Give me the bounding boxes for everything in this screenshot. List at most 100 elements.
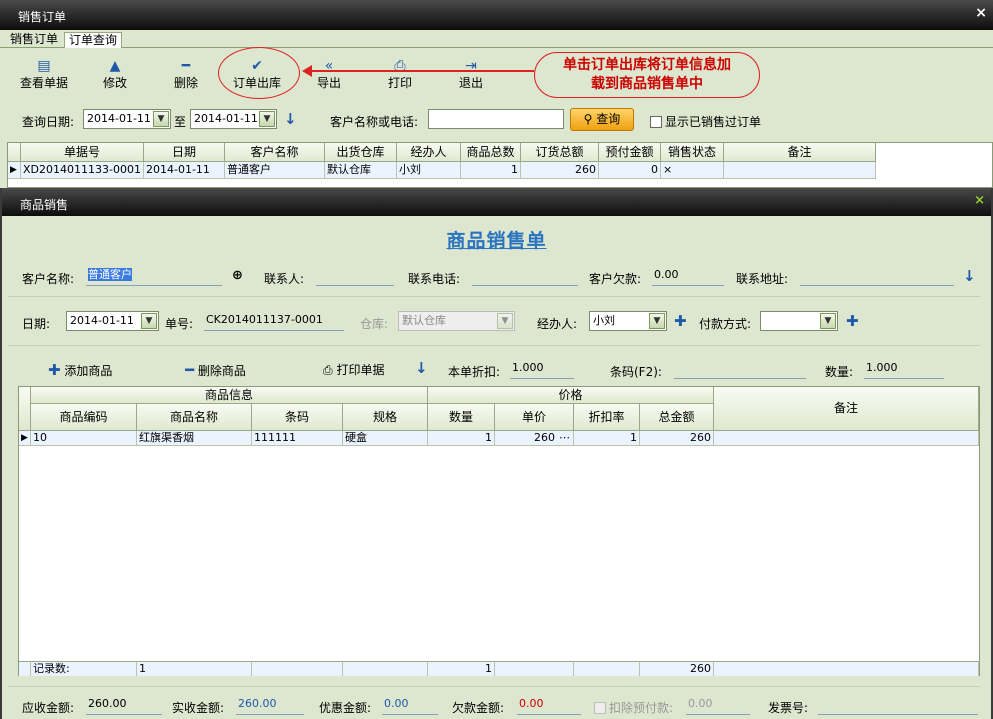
item-cell[interactable]: 111111: [252, 431, 343, 446]
order-cell[interactable]: 小刘: [397, 162, 461, 179]
order-cell[interactable]: 0: [599, 162, 661, 179]
order-cell[interactable]: 默认仓库: [325, 162, 397, 179]
actual-field[interactable]: 260.00: [236, 695, 304, 715]
address-label: 联系地址:: [736, 272, 789, 286]
row-header-corner: [19, 387, 31, 431]
checkout-highlight-circle: [218, 47, 300, 99]
column-header[interactable]: 总金额: [640, 404, 714, 431]
edit-button[interactable]: ▲ 修改: [103, 58, 127, 91]
chevron-down-icon[interactable]: ▼: [153, 111, 169, 127]
order-cell[interactable]: ×: [661, 162, 724, 179]
minus-icon: ━: [185, 361, 195, 379]
arrow-down-icon[interactable]: ↓: [963, 267, 976, 285]
order-cell[interactable]: 2014-01-11: [144, 162, 225, 179]
ellipsis-icon[interactable]: ⋯: [559, 431, 570, 445]
payment-label: 付款方式:: [699, 317, 752, 331]
view-button[interactable]: ▤ 查看单据: [20, 58, 68, 91]
column-header[interactable]: 单价: [495, 404, 574, 431]
exit-button[interactable]: ⇥ 退出: [459, 58, 483, 91]
checkbox-box[interactable]: [594, 702, 606, 714]
column-header[interactable]: 单据号: [21, 143, 144, 162]
close-icon[interactable]: ×: [975, 5, 987, 21]
form-title: 商品销售单: [446, 230, 547, 252]
sale-window-title: 商品销售: [20, 198, 69, 212]
order-cell[interactable]: [724, 162, 876, 179]
tab-sales-order[interactable]: 销售订单: [6, 32, 62, 48]
chevron-down-icon[interactable]: ▼: [141, 313, 157, 329]
column-header[interactable]: 商品编码: [31, 404, 137, 431]
add-product-button[interactable]: ✚ 添加商品: [48, 361, 112, 379]
print-button[interactable]: ⎙ 打印: [388, 58, 412, 91]
footer-cell: [574, 661, 640, 676]
item-cell[interactable]: 10: [31, 431, 137, 446]
binoculars-icon[interactable]: ⊕: [232, 268, 243, 283]
checkbox-box[interactable]: [650, 116, 662, 128]
handler-select[interactable]: 小刘 ▼: [589, 311, 667, 331]
column-header[interactable]: 预付金额: [599, 143, 661, 162]
column-header[interactable]: 出货仓库: [325, 143, 397, 162]
chevron-down-icon[interactable]: ▼: [820, 313, 836, 329]
column-header[interactable]: 日期: [144, 143, 225, 162]
item-cell[interactable]: 260: [640, 431, 714, 446]
search-button[interactable]: ⚲ 查询: [570, 108, 634, 131]
chevron-down-icon[interactable]: ▼: [259, 111, 275, 127]
order-cell[interactable]: 260: [521, 162, 599, 179]
divider: [8, 686, 980, 687]
chevron-down-icon[interactable]: ▼: [649, 313, 665, 329]
add-handler-plus-icon[interactable]: ✚: [674, 312, 687, 330]
date-to-separator: 至: [174, 115, 187, 129]
contact-field[interactable]: [316, 266, 394, 286]
show-sold-checkbox[interactable]: 显示已销售过订单: [650, 113, 761, 130]
column-header[interactable]: 规格: [343, 404, 428, 431]
order-cell[interactable]: 普通客户: [225, 162, 325, 179]
arrow-down-icon[interactable]: ↓: [415, 359, 428, 377]
discount-amount-field[interactable]: 0.00: [382, 695, 438, 715]
column-header[interactable]: 条码: [252, 404, 343, 431]
date-to-picker[interactable]: 2014-01-11 ▼: [190, 109, 277, 129]
column-header[interactable]: 商品总数: [461, 143, 521, 162]
customer-field[interactable]: 普通客户: [86, 266, 222, 286]
column-header[interactable]: 备注: [724, 143, 876, 162]
sale-items-grid: 商品信息 价格 备注 商品编码 商品名称 条码 规格 数量 单价 折扣率 总金额…: [18, 386, 980, 676]
address-field[interactable]: [800, 266, 954, 286]
column-header[interactable]: 商品名称: [137, 404, 252, 431]
column-header[interactable]: 订货总额: [521, 143, 599, 162]
quantity-field[interactable]: 1.000: [864, 359, 944, 379]
discount-field[interactable]: 1.000: [510, 359, 574, 379]
footer-amount-total: 260: [640, 661, 714, 676]
group-header-info: 商品信息: [31, 387, 428, 404]
date-from-picker[interactable]: 2014-01-11 ▼: [83, 109, 171, 129]
payment-select[interactable]: ▼: [760, 311, 838, 331]
item-cell[interactable]: 1: [428, 431, 495, 446]
column-header[interactable]: 数量: [428, 404, 495, 431]
column-header[interactable]: 经办人: [397, 143, 461, 162]
column-header-note[interactable]: 备注: [714, 387, 979, 431]
item-cell[interactable]: 红旗渠香烟: [137, 431, 252, 446]
item-cell[interactable]: [714, 431, 979, 446]
print-receipt-button[interactable]: ⎙ 打印单据: [323, 361, 384, 378]
close-icon[interactable]: ×: [974, 193, 985, 208]
column-header[interactable]: 客户名称: [225, 143, 325, 162]
tab-order-query[interactable]: 订单查询: [64, 32, 123, 48]
prepaid-checkbox[interactable]: 扣除预付款:: [594, 699, 673, 716]
handler-value: 小刘: [593, 314, 615, 327]
item-cell[interactable]: 1: [574, 431, 640, 446]
order-cell[interactable]: 1: [461, 162, 521, 179]
search-icon: ⚲: [583, 112, 593, 126]
remove-product-button[interactable]: ━ 删除商品: [185, 361, 246, 379]
column-header[interactable]: 折扣率: [574, 404, 640, 431]
export-button[interactable]: «导出: [317, 58, 341, 91]
invoice-field[interactable]: [818, 695, 978, 715]
barcode-field[interactable]: [674, 359, 806, 379]
item-cell[interactable]: 260 ⋯: [495, 431, 574, 446]
sale-date-picker[interactable]: 2014-01-11 ▼: [66, 311, 159, 331]
column-header[interactable]: 销售状态: [661, 143, 724, 162]
delete-button[interactable]: ━ 删除: [174, 58, 198, 91]
order-cell[interactable]: XD2014011133-0001: [21, 162, 144, 179]
add-payment-plus-icon[interactable]: ✚: [846, 312, 859, 330]
arrow-down-icon[interactable]: ↓: [284, 110, 297, 128]
phone-field[interactable]: [472, 266, 578, 286]
footer-cell: [252, 661, 343, 676]
item-cell[interactable]: 硬盒: [343, 431, 428, 446]
customer-search-input[interactable]: [428, 109, 564, 129]
